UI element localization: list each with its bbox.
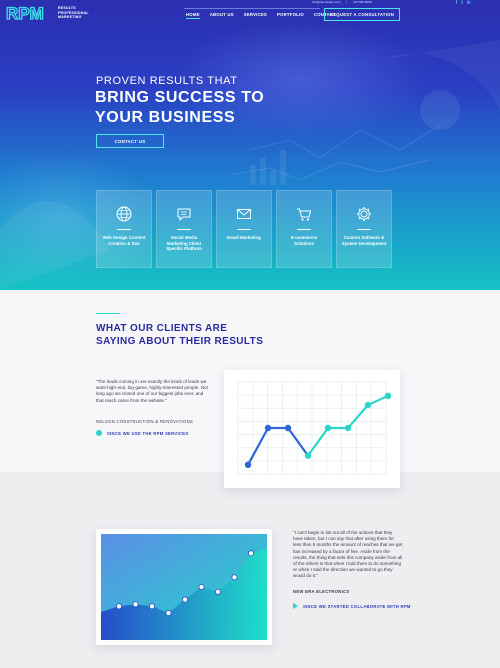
data-point <box>149 603 156 610</box>
card-divider <box>297 229 311 230</box>
section-accent-line <box>96 313 120 314</box>
svg-text:RPM: RPM <box>6 4 44 22</box>
phone-text[interactable]: 407.555.0000 <box>353 0 371 4</box>
service-card-ecommerce[interactable]: E-commerce Solutions <box>276 190 332 268</box>
envelope-icon <box>237 209 251 219</box>
data-point <box>215 588 222 595</box>
data-point <box>304 452 312 459</box>
twitter-icon[interactable]: t <box>461 0 462 6</box>
series-line-segment <box>286 426 310 457</box>
data-point <box>165 610 172 617</box>
card-divider <box>357 229 371 230</box>
data-point <box>198 584 205 591</box>
rpm-logo-icon: RPM <box>6 4 44 22</box>
line-chart-card <box>224 370 400 488</box>
service-label: E-commerce Solutions <box>290 235 318 246</box>
logo-tagline: RESULTS PROFESSIONAL MARKETING <box>58 6 89 20</box>
data-point <box>364 401 372 409</box>
gear-icon <box>357 207 371 221</box>
request-consultation-button[interactable]: REQUEST A CONSULTATION <box>324 8 400 21</box>
series-line-segment <box>246 426 270 466</box>
service-label: Social Media Marketing Client Specific P… <box>166 235 202 252</box>
data-point <box>115 603 122 610</box>
card-divider <box>237 229 251 230</box>
testimonial-author: NELSON CONSTRUCTION & RENOVATIONS <box>96 419 193 424</box>
nav-home[interactable]: HOME <box>186 12 200 19</box>
data-point <box>182 596 189 603</box>
contact-us-button[interactable]: CONTACT US <box>96 134 164 148</box>
globe-icon <box>116 206 132 222</box>
service-label: Custom Software & System Development <box>341 235 387 246</box>
service-label: Email Marketing <box>227 235 261 240</box>
card-divider <box>177 229 191 230</box>
services-row: Web Design Content Creation & Seo Social… <box>96 190 392 268</box>
data-point <box>231 574 238 581</box>
testimonial-since-link[interactable]: SINCE WE STARTED COLLABORATE WITH RPM <box>293 603 411 609</box>
service-label: Web Design Content Creation & Seo <box>102 235 146 246</box>
service-card-custom-software[interactable]: Custom Software & System Development <box>336 190 392 268</box>
nav-services[interactable]: SERVICES <box>244 12 267 19</box>
service-card-email-marketing[interactable]: Email Marketing <box>216 190 272 268</box>
line-chart <box>237 381 392 475</box>
logo[interactable]: RPM RESULTS PROFESSIONAL MARKETING <box>6 4 89 22</box>
card-divider <box>117 229 131 230</box>
testimonial-author: NEW ERA ELECTRONICS <box>293 589 350 594</box>
nav-divider <box>184 8 320 9</box>
service-card-web-design[interactable]: Web Design Content Creation & Seo <box>96 190 152 268</box>
data-point <box>264 424 272 432</box>
hero-subtitle: PROVEN RESULTS THAT <box>96 75 238 87</box>
hero-title: BRING SUCCESS TO YOUR BUSINESS <box>95 89 265 126</box>
data-point <box>132 601 139 608</box>
chat-bubble-icon <box>177 208 191 221</box>
nav-portfolio[interactable]: PORTFOLIO <box>277 12 304 19</box>
play-arrow-icon <box>293 603 298 609</box>
testimonial-quote: "The leads coming in are exactly the kin… <box>96 379 208 403</box>
testimonial-quote: "I can't begin to list out all of the ac… <box>293 530 403 579</box>
top-contact-info: info@rpmdesign.com | 407.555.0000 <box>312 0 438 4</box>
facebook-icon[interactable]: f <box>456 0 457 6</box>
data-point <box>324 424 332 432</box>
area-chart <box>101 534 267 640</box>
testimonial-since-link[interactable]: SINCE WE USE THE RPM SERVICES <box>96 430 188 436</box>
data-point <box>247 550 254 557</box>
email-text[interactable]: info@rpmdesign.com <box>312 0 340 4</box>
service-card-social-media[interactable]: Social Media Marketing Client Specific P… <box>156 190 212 268</box>
series-line-segment <box>306 426 330 457</box>
main-nav: HOME ABOUT US SERVICES PORTFOLIO CONTACT <box>186 12 336 19</box>
chart-grid <box>237 381 387 475</box>
social-links: f t in <box>456 0 471 6</box>
dot-icon <box>96 430 102 436</box>
cart-icon <box>297 208 311 221</box>
separator: | <box>346 0 348 4</box>
data-point <box>344 424 352 432</box>
linkedin-icon[interactable]: in <box>467 0 471 6</box>
data-point <box>384 392 392 399</box>
area-chart-card <box>96 529 272 645</box>
hero-section: RPM RESULTS PROFESSIONAL MARKETING info@… <box>0 0 500 290</box>
data-point <box>244 461 252 468</box>
data-point <box>284 424 292 432</box>
testimonials-title: WHAT OUR CLIENTS ARE SAYING ABOUT THEIR … <box>96 323 264 347</box>
nav-about-us[interactable]: ABOUT US <box>210 12 234 19</box>
